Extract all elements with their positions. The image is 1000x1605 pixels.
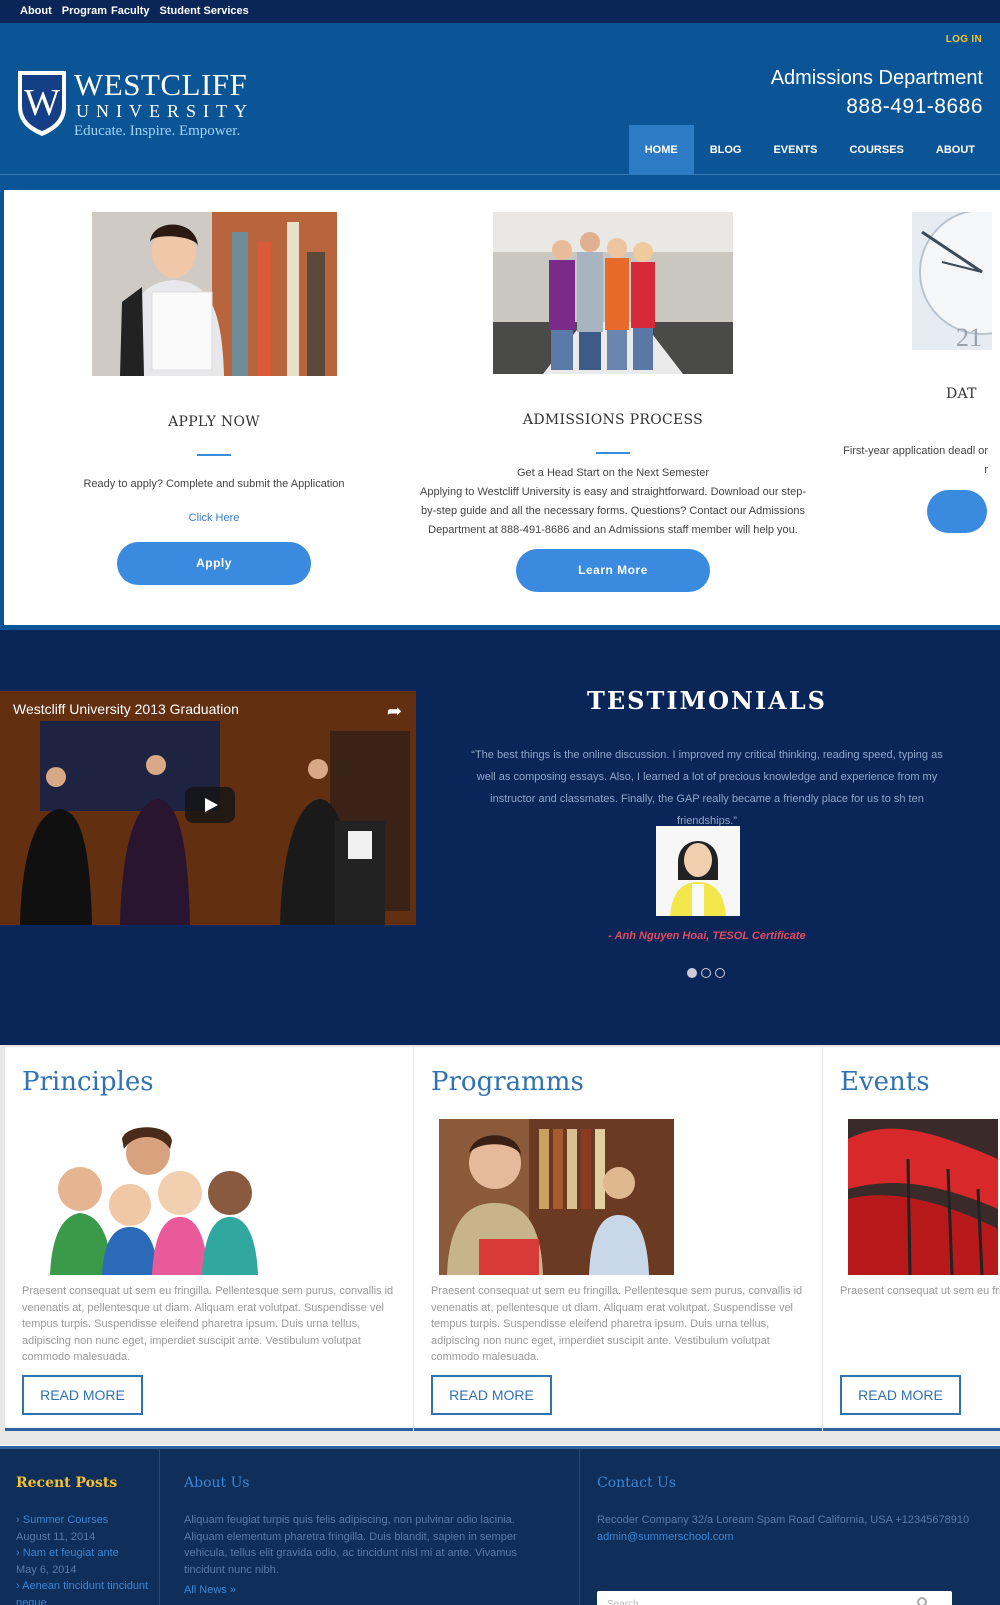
recent-posts-list: › Summer Courses August 11, 2014 › Nam e… <box>16 1512 159 1605</box>
post-date: August 11, 2014 <box>16 1530 96 1543</box>
shield-icon: W <box>18 71 66 136</box>
search-icon[interactable] <box>917 1597 927 1605</box>
card-programms: Programms Praesent consequat ut sem eu f… <box>414 1047 822 1431</box>
post-date: May 6, 2014 <box>16 1563 77 1576</box>
nav-courses[interactable]: COURSES <box>833 125 919 175</box>
top-links: About Program Faculty Student Services <box>20 5 249 17</box>
testimonial-author: - Anh Nguyen Hoai, TESOL Certificate <box>608 930 806 942</box>
title-divider <box>197 454 231 456</box>
card-photo <box>848 1119 998 1275</box>
footer-recent-posts: Recent Posts › Summer Courses August 11,… <box>0 1449 160 1605</box>
avatar <box>656 826 740 916</box>
calendar-photo: 21 <box>912 212 992 350</box>
feature-panel: APPLY NOW Ready to apply? Complete and s… <box>4 190 1000 625</box>
top-link-faculty[interactable]: Faculty <box>111 5 150 17</box>
logo-tagline: Educate. Inspire. Empower. <box>74 123 241 139</box>
contact-address: Recoder Company 32/a Loream Spam Road Ca… <box>597 1514 970 1526</box>
logo-subtitle: UNIVERSITY <box>76 101 254 121</box>
feature-dates: 21 DAT First-year application deadl or r <box>826 190 1000 538</box>
feature-text: First-year application deadl or r <box>843 445 988 476</box>
post-link[interactable]: › Aenean tincidunt tincidunt neque <box>16 1578 159 1605</box>
all-news-link[interactable]: All News » <box>184 1582 549 1599</box>
svg-text:W: W <box>24 82 60 124</box>
contact-heading: Contact Us <box>597 1475 677 1491</box>
students-image <box>493 212 733 374</box>
top-link-student-services[interactable]: Student Services <box>160 5 249 17</box>
nav-home[interactable]: HOME <box>628 125 694 175</box>
search-input[interactable]: Search... <box>597 1591 952 1605</box>
testimonials-heading: TESTIMONIALS <box>586 686 828 715</box>
footer-contact: Contact Us Recoder Company 32/a Loream S… <box>580 1449 1000 1605</box>
chairs-image <box>848 1119 998 1275</box>
feature-title: APPLY NOW <box>168 414 260 430</box>
video-title: Westcliff University 2013 Graduation <box>13 701 239 717</box>
card-photo <box>439 1119 674 1275</box>
site-footer: Recent Posts › Summer Courses August 11,… <box>0 1446 1000 1605</box>
post-link[interactable]: › Nam et feugiat ante <box>16 1545 159 1562</box>
carousel-dot-2[interactable] <box>701 968 711 978</box>
play-button-icon[interactable] <box>185 787 235 823</box>
login-link[interactable]: LOG IN <box>946 34 982 45</box>
feature-title: ADMISSIONS PROCESS <box>522 412 704 428</box>
feature-title: DAT <box>946 386 977 402</box>
testimonial-quote: “The best things is the online discussio… <box>471 749 943 827</box>
top-link-about[interactable]: About <box>20 5 52 17</box>
card-events: Events Praesent consequat ut sem eu frin… <box>823 1047 1000 1431</box>
feature-text: Ready to apply? Complete and submit the … <box>83 478 345 490</box>
about-text: Aliquam feugiat turpis quis felis adipis… <box>184 1514 518 1576</box>
feature-apply: APPLY NOW Ready to apply? Complete and s… <box>4 190 424 585</box>
card-title: Programms <box>431 1067 584 1097</box>
recent-posts-heading: Recent Posts <box>16 1475 118 1491</box>
carousel-dot-1[interactable] <box>687 968 697 978</box>
post-link[interactable]: › Summer Courses <box>16 1512 159 1529</box>
card-photo <box>30 1119 265 1275</box>
video-player[interactable]: Westcliff University 2013 Graduation ➦ <box>0 691 416 925</box>
site-header: LOG IN W WESTCLIFF UNIVERSITY Educate. I… <box>0 23 1000 175</box>
svg-text:21: 21 <box>956 323 982 350</box>
card-title: Principles <box>22 1067 154 1097</box>
group-image <box>30 1119 265 1275</box>
read-more-button[interactable]: READ MORE <box>431 1375 552 1415</box>
read-more-button[interactable]: READ MORE <box>840 1375 961 1415</box>
students-photo <box>493 212 733 374</box>
nav-about[interactable]: ABOUT <box>920 125 991 175</box>
contact-email[interactable]: admin@summerschool.com <box>597 1529 1000 1546</box>
top-link-program[interactable]: Program <box>62 5 107 17</box>
card-title: Events <box>840 1067 930 1097</box>
card-text: Praesent consequat ut sem eu fringilla. … <box>431 1285 803 1363</box>
read-more-button[interactable]: READ MORE <box>22 1375 143 1415</box>
nav-blog[interactable]: BLOG <box>694 125 758 175</box>
student-image <box>91 212 337 376</box>
logo-name: WESTCLIFF <box>74 67 248 102</box>
department-label: Admissions Department <box>770 67 983 89</box>
phone-number: 888-491-8686 <box>846 95 983 118</box>
carousel-dots <box>687 968 725 978</box>
card-principles: Principles Praesent consequat ut sem eu … <box>5 1047 413 1431</box>
carousel-dot-3[interactable] <box>715 968 725 978</box>
contact-block: Admissions Department 888-491-8686 <box>771 67 983 119</box>
dates-button[interactable] <box>927 490 987 533</box>
testimonials-section: Westcliff University 2013 Graduation ➦ T… <box>0 630 1000 1045</box>
student-books-image <box>439 1119 674 1275</box>
share-icon[interactable]: ➦ <box>387 701 402 722</box>
about-heading: About Us <box>184 1475 250 1491</box>
apply-button[interactable]: Apply <box>117 542 311 585</box>
university-logo[interactable]: W WESTCLIFF UNIVERSITY Educate. Inspire.… <box>16 67 256 139</box>
click-here-link[interactable]: Click Here <box>4 512 424 524</box>
card-text: Praesent consequat ut sem eu fringilla. … <box>840 1285 1000 1297</box>
clock-image: 21 <box>912 212 992 350</box>
main-nav: HOME BLOG EVENTS COURSES ABOUT <box>628 125 991 175</box>
testimonial-block: TESTIMONIALS “The best things is the onl… <box>462 630 952 978</box>
student-photo <box>91 212 337 376</box>
feature-text: Get a Head Start on the Next Semester Ap… <box>420 467 806 536</box>
nav-events[interactable]: EVENTS <box>757 125 833 175</box>
footer-about: About Us Aliquam feugiat turpis quis fel… <box>160 1449 580 1605</box>
top-bar: About Program Faculty Student Services <box>0 0 1000 23</box>
title-divider <box>596 452 630 454</box>
learn-more-button[interactable]: Learn More <box>516 549 710 592</box>
avatar-image <box>656 826 740 916</box>
card-text: Praesent consequat ut sem eu fringilla. … <box>22 1285 394 1363</box>
feature-admissions: ADMISSIONS PROCESS Get a Head Start on t… <box>403 190 823 592</box>
